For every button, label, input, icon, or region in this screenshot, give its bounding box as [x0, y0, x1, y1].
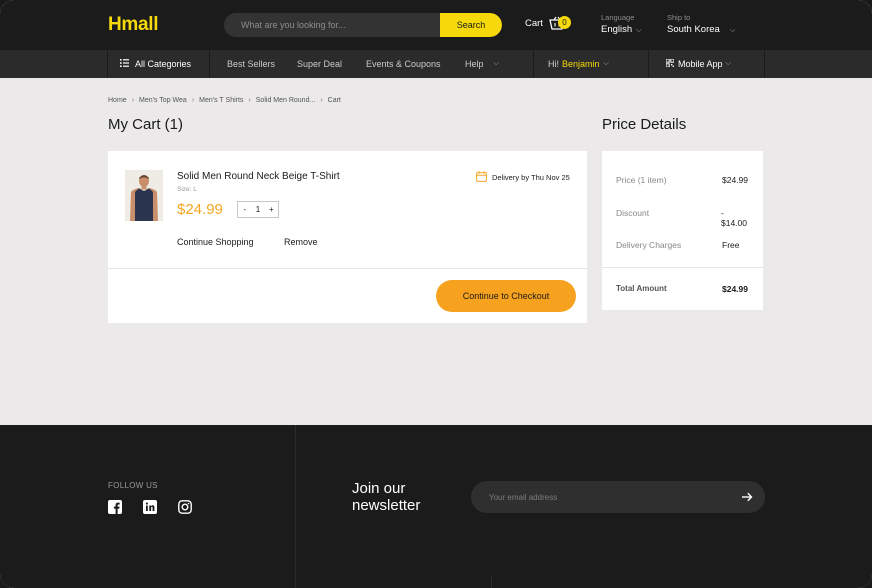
total-label: Total Amount [616, 284, 667, 293]
nav-divider [107, 50, 108, 78]
breadcrumb-separator-icon: › [320, 97, 323, 104]
breadcrumb-mens-t-shirts[interactable]: Men's T Shirts [199, 97, 243, 104]
cart-count-badge: 0 [558, 16, 571, 29]
total-row: Total Amount $24.99 [616, 284, 751, 294]
follow-us-label: FOLLOW US [108, 481, 158, 490]
price-row: Price (1 item) $24.99 [616, 175, 751, 185]
calendar-icon [476, 171, 487, 184]
qty-decrease-button[interactable]: - [239, 205, 251, 214]
ship-to-label: Ship to [667, 13, 691, 22]
footer: FOLLOW US Join our newsletter [0, 425, 872, 588]
qty-value[interactable]: 1 [252, 205, 264, 214]
user-menu[interactable]: Hi! Benjamin ⌵ [548, 50, 609, 78]
chevron-down-icon: ⌵ [729, 27, 736, 34]
nav-divider [648, 50, 649, 78]
nav-bar: All Categories Best Sellers Super Deal E… [0, 50, 872, 78]
chevron-down-icon: ⌵ [725, 60, 731, 67]
chevron-down-icon: ⌵ [493, 60, 499, 67]
nav-divider [209, 50, 210, 78]
discount-row-label: Discount [616, 208, 650, 218]
chevron-down-icon: ⌵ [603, 60, 609, 67]
product-size: Size: L [177, 186, 197, 193]
newsletter-form [471, 481, 765, 513]
nav-best-sellers[interactable]: Best Sellers [227, 50, 275, 78]
nav-super-deal[interactable]: Super Deal [297, 50, 342, 78]
cart-item-card: Solid Men Round Neck Beige T-Shirt Size:… [108, 151, 587, 323]
price-row-label: Price (1 item) [616, 175, 667, 185]
search-bar: Search [224, 13, 502, 37]
ship-to-selector[interactable]: Ship to South Korea ⌵ [667, 13, 735, 35]
email-input[interactable] [471, 481, 721, 513]
breadcrumb-separator-icon: › [191, 97, 195, 104]
menu-icon [120, 59, 129, 69]
product-name[interactable]: Solid Men Round Neck Beige T-Shirt [177, 171, 340, 182]
delivery-info: Delivery by Thu Nov 25 [476, 171, 570, 184]
price-details-title: Price Details [602, 116, 687, 133]
quantity-stepper: - 1 + [237, 201, 279, 218]
breadcrumb-cart: Cart [327, 97, 341, 104]
footer-divider [295, 425, 296, 588]
logo[interactable]: Hmall [108, 14, 159, 36]
nav-events-coupons[interactable]: Events & Coupons [366, 50, 441, 78]
language-label: Language [601, 13, 635, 22]
instagram-icon[interactable] [178, 500, 192, 514]
search-button[interactable]: Search [440, 13, 502, 37]
checkout-button[interactable]: Continue to Checkout [436, 280, 576, 312]
ship-to-value-wrap: South Korea ⌵ [667, 24, 735, 35]
qty-increase-button[interactable]: + [265, 205, 277, 214]
page-title: My Cart (1) [108, 116, 183, 133]
facebook-icon[interactable] [108, 500, 122, 514]
nav-divider [533, 50, 534, 78]
ship-to-value: South Korea [667, 24, 720, 35]
discount-row: Discount - $14.00 [616, 208, 751, 228]
continue-shopping-button[interactable]: Continue Shopping [177, 237, 254, 247]
qr-code-icon [665, 58, 675, 69]
product-price: $24.99 [177, 201, 223, 218]
price-details-card: Price (1 item) $24.99 Discount - $14.00 … [602, 151, 763, 310]
nav-divider [764, 50, 765, 78]
delivery-charges-row: Delivery Charges Free [616, 240, 751, 250]
top-header: Hmall Search Cart 0 Language English⌵ Sh… [0, 0, 872, 50]
breadcrumb-home[interactable]: Home [108, 97, 127, 104]
chevron-down-icon: ⌵ [636, 27, 642, 34]
price-row-value: $24.99 [722, 175, 748, 185]
greeting-text: Hi! [548, 59, 559, 69]
footer-divider [491, 575, 492, 588]
all-categories-label: All Categories [135, 59, 192, 69]
delivery-charges-value: Free [722, 240, 740, 250]
user-name: Benjamin [562, 59, 600, 69]
delivery-text: Delivery by Thu Nov 25 [492, 173, 570, 182]
newsletter-title: Join our newsletter [352, 480, 421, 514]
price-divider [602, 267, 763, 268]
arrow-right-icon[interactable] [739, 489, 755, 505]
cart-label: Cart [525, 17, 543, 29]
search-input[interactable] [224, 13, 440, 37]
breadcrumb-separator-icon: › [248, 97, 251, 104]
remove-button[interactable]: Remove [284, 237, 318, 247]
linkedin-icon[interactable] [143, 500, 157, 514]
card-divider [108, 268, 587, 269]
language-value-wrap: English ⌵ [601, 24, 641, 35]
breadcrumb-separator-icon: › [131, 97, 135, 104]
product-thumbnail[interactable] [125, 170, 163, 221]
discount-row-value: - $14.00 [721, 208, 747, 228]
breadcrumb: Home › Men's Top Wea › Men's T Shirts › Sol… [108, 97, 341, 104]
nav-help[interactable]: Help ⌵ [465, 50, 499, 78]
mobile-app-label: Mobile App [678, 59, 723, 69]
mobile-app-menu[interactable]: Mobile App ⌵ [665, 50, 731, 78]
language-value: English [601, 24, 633, 35]
language-selector[interactable]: Language English ⌵ [601, 13, 641, 35]
app-frame: Hmall Search Cart 0 Language English⌵ Sh… [0, 0, 872, 588]
total-value: $24.99 [722, 284, 748, 294]
all-categories-menu[interactable]: All Categories [120, 50, 191, 78]
nav-help-label: Help [465, 59, 484, 69]
breadcrumb-mens-top-wear[interactable]: Men's Top Wea [139, 97, 187, 104]
breadcrumb-product[interactable]: Solid Men Round... [256, 97, 316, 104]
delivery-charges-label: Delivery Charges [616, 240, 682, 250]
